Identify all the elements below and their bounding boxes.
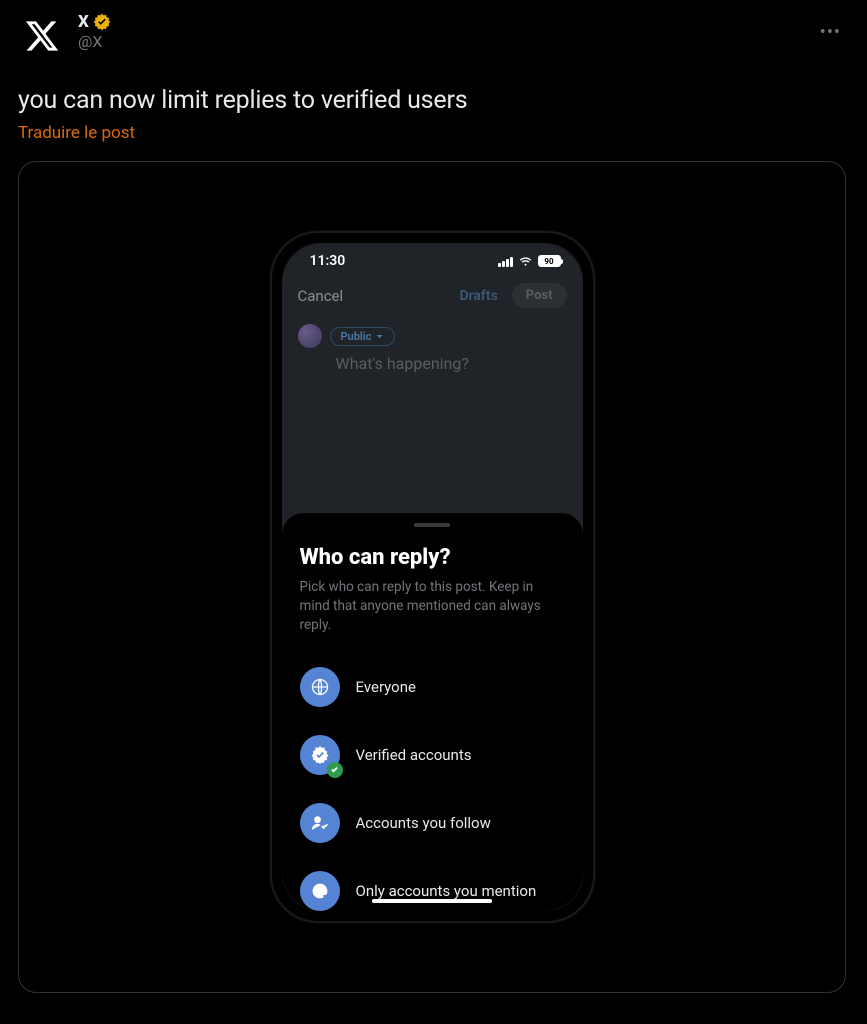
home-indicator[interactable] [372, 899, 492, 903]
translate-link[interactable]: Traduire le post [18, 123, 849, 143]
globe-icon [300, 667, 340, 707]
author-handle[interactable]: @X [78, 32, 112, 51]
option-label: Everyone [356, 678, 416, 696]
option-following[interactable]: Accounts you follow [300, 789, 565, 857]
media-attachment[interactable]: 11:30 90 Cancel Drafts Post [18, 161, 846, 993]
post-text: you can now limit replies to verified us… [18, 86, 849, 115]
sheet-subtitle: Pick who can reply to this post. Keep in… [300, 578, 565, 635]
option-verified[interactable]: Verified accounts [300, 721, 565, 789]
cancel-button[interactable]: Cancel [298, 287, 344, 305]
cellular-icon [498, 256, 513, 267]
wifi-icon [518, 256, 533, 267]
verified-badge-icon [92, 12, 112, 32]
author-block: X @X [78, 12, 112, 51]
person-check-icon [300, 803, 340, 843]
post-header: X @X ••• [18, 12, 849, 60]
status-time: 11:30 [310, 253, 346, 269]
post-container: X @X ••• you can now limit replies to ve… [0, 0, 867, 1005]
chevron-down-icon [375, 332, 384, 341]
audience-selector[interactable]: Public [330, 327, 396, 346]
check-badge-icon [327, 762, 343, 778]
post-button[interactable]: Post [512, 283, 567, 308]
sheet-handle[interactable] [414, 523, 450, 527]
compose-header: Cancel Drafts Post [282, 273, 583, 318]
phone-mockup: 11:30 90 Cancel Drafts Post [270, 231, 595, 923]
more-options-icon[interactable]: ••• [812, 18, 849, 47]
battery-icon: 90 [538, 255, 561, 267]
option-everyone[interactable]: Everyone [300, 653, 565, 721]
reply-options-list: Everyone Verified accounts [300, 653, 565, 911]
phone-screen: 11:30 90 Cancel Drafts Post [282, 243, 583, 911]
compose-row: Public [282, 318, 583, 348]
option-label: Only accounts you mention [356, 882, 537, 900]
compose-input[interactable]: What's happening? [282, 348, 583, 373]
reply-settings-sheet: Who can reply? Pick who can reply to thi… [282, 513, 583, 911]
option-label: Verified accounts [356, 746, 472, 764]
compose-avatar[interactable] [298, 324, 322, 348]
audience-label: Public [341, 330, 372, 343]
drafts-button[interactable]: Drafts [459, 288, 497, 304]
at-icon [300, 871, 340, 911]
author-avatar[interactable] [18, 12, 66, 60]
sheet-title: Who can reply? [300, 545, 565, 570]
status-bar: 11:30 90 [282, 243, 583, 273]
option-label: Accounts you follow [356, 814, 491, 832]
x-logo-icon [24, 18, 60, 54]
verified-icon [300, 735, 340, 775]
author-name[interactable]: X [78, 12, 89, 32]
